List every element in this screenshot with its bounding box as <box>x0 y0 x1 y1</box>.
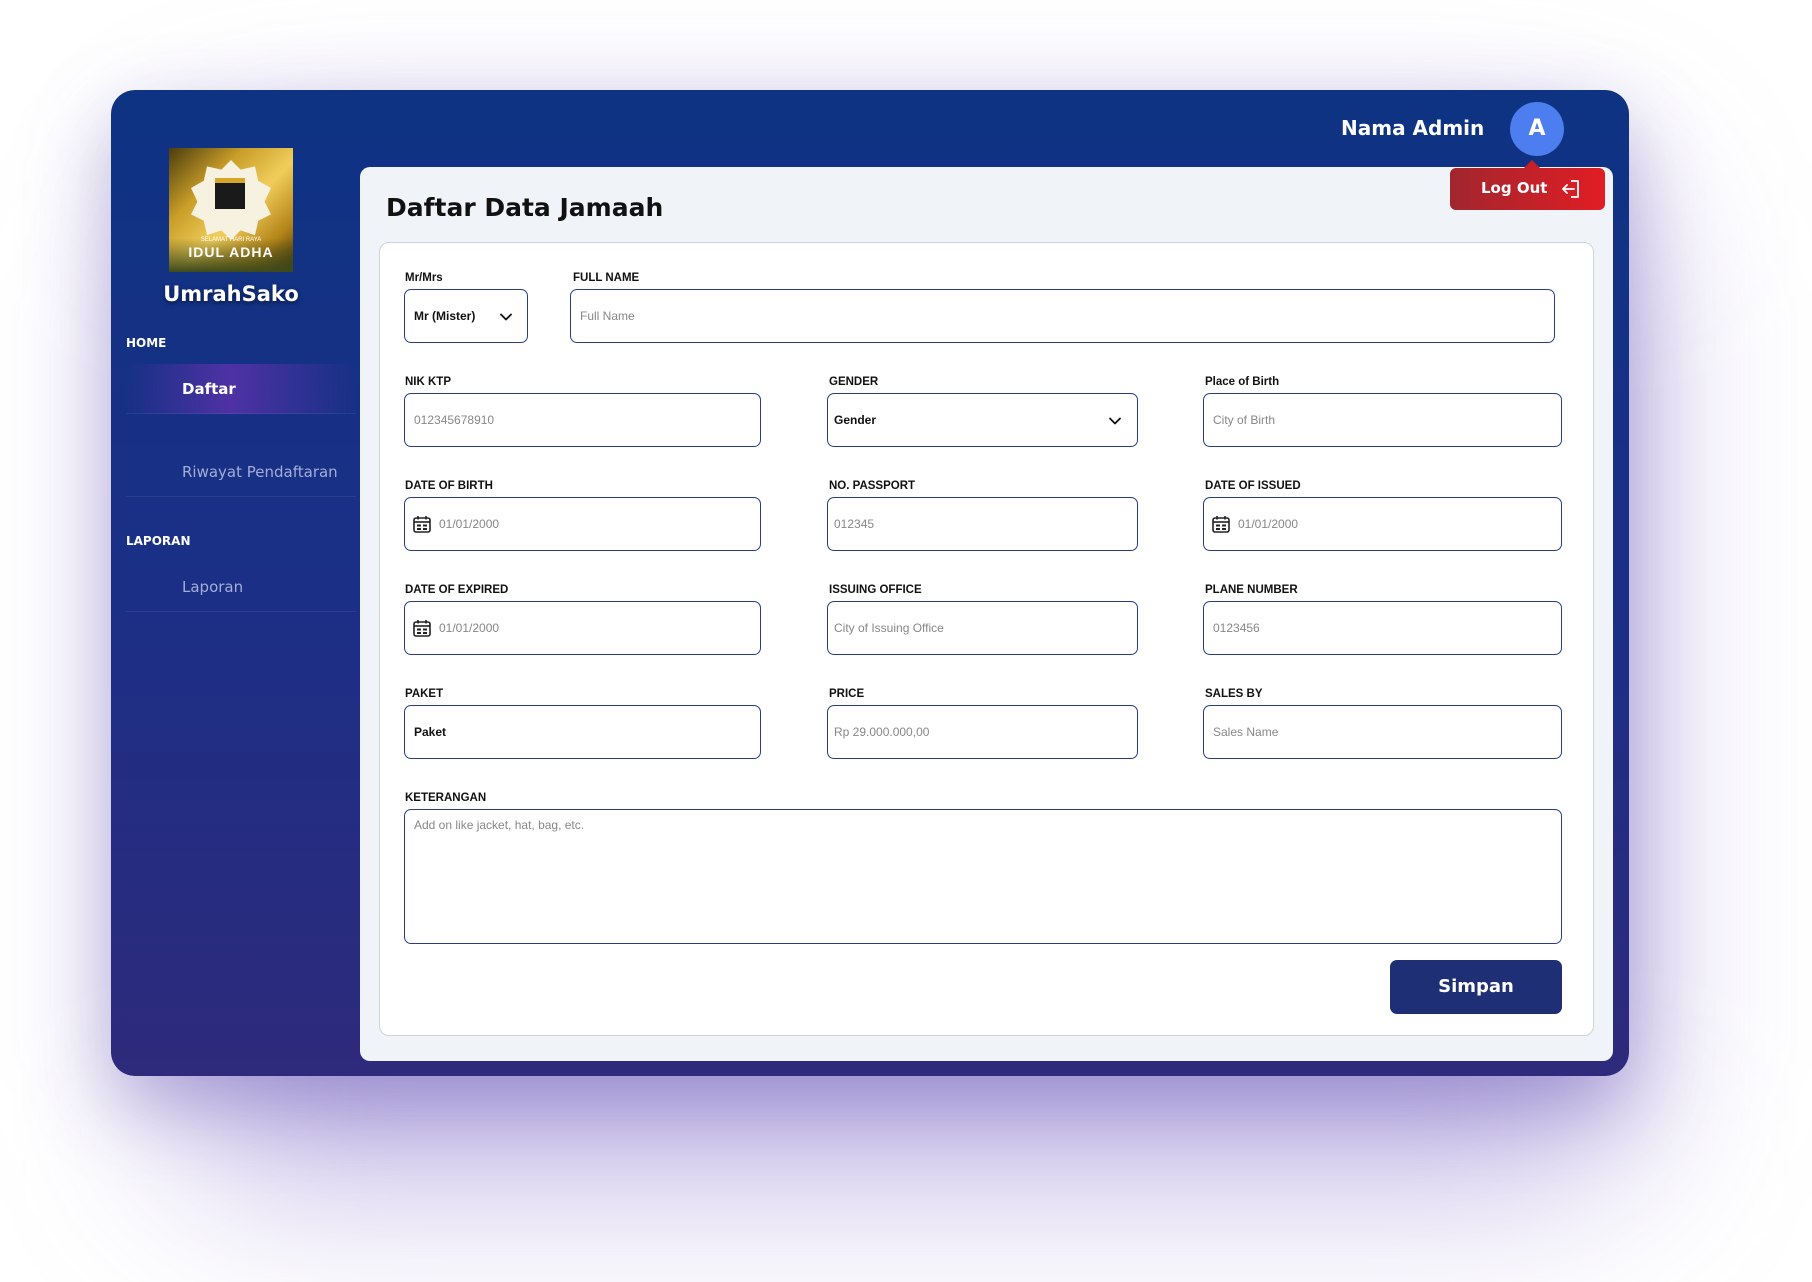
date-expired-input[interactable]: 01/01/2000 <box>404 601 761 655</box>
price-placeholder: Rp 29.000.000,00 <box>834 725 930 739</box>
field-label-place-of-birth: Place of Birth <box>1205 376 1280 388</box>
logout-icon <box>1562 180 1579 198</box>
field-label-title: Mr/Mrs <box>405 272 443 284</box>
app-window: SELAMAT HARI RAYA IDUL ADHA UmrahSako HO… <box>111 90 1629 1076</box>
title-select[interactable]: Mr (Mister) <box>404 289 528 343</box>
field-label-paket: PAKET <box>405 688 444 700</box>
date-expired-placeholder: 01/01/2000 <box>439 621 500 635</box>
logout-label: Log Out <box>1481 179 1548 197</box>
avatar[interactable]: A <box>1510 102 1564 156</box>
chevron-down-icon <box>500 313 512 321</box>
calendar-icon <box>413 516 431 533</box>
passport-placeholder: 012345 <box>834 517 875 531</box>
price-input[interactable]: Rp 29.000.000,00 <box>827 705 1138 759</box>
section-label-home: HOME <box>126 336 167 350</box>
keterangan-placeholder: Add on like jacket, hat, bag, etc. <box>414 818 585 832</box>
field-label-passport: NO. PASSPORT <box>829 480 916 492</box>
brand-name: UmrahSako <box>163 282 299 306</box>
field-label-date-of-birth: DATE OF BIRTH <box>405 480 493 492</box>
place-of-birth-input[interactable]: City of Birth <box>1203 393 1562 447</box>
field-label-issuing-office: ISSUING OFFICE <box>829 584 922 596</box>
gender-select[interactable]: Gender <box>827 393 1138 447</box>
full-name-input[interactable]: Full Name <box>570 289 1555 343</box>
calendar-icon <box>413 620 431 637</box>
field-label-price: PRICE <box>829 688 865 700</box>
passport-input[interactable]: 012345 <box>827 497 1138 551</box>
admin-name: Nama Admin <box>1341 116 1485 140</box>
sales-by-input[interactable]: Sales Name <box>1203 705 1562 759</box>
calendar-icon <box>1212 516 1230 533</box>
field-label-sales-by: SALES BY <box>1205 688 1263 700</box>
sidebar: SELAMAT HARI RAYA IDUL ADHA UmrahSako HO… <box>111 90 359 1076</box>
sidebar-item-laporan[interactable]: Laporan <box>126 562 356 612</box>
sidebar-item-riwayat-pendaftaran[interactable]: Riwayat Pendaftaran <box>126 447 356 497</box>
chevron-down-icon <box>1109 417 1121 425</box>
place-of-birth-placeholder: City of Birth <box>1213 413 1276 427</box>
full-name-placeholder: Full Name <box>580 309 635 323</box>
section-label-laporan: LAPORAN <box>126 534 191 548</box>
save-button[interactable]: Simpan <box>1390 960 1562 1014</box>
field-label-full-name: FULL NAME <box>573 272 640 284</box>
paket-input[interactable]: Paket <box>404 705 761 759</box>
field-label-nik: NIK KTP <box>405 376 451 388</box>
issuing-office-placeholder: City of Issuing Office <box>834 621 944 635</box>
form-card: Mr/Mrs Mr (Mister) FULL NAME Full Name N… <box>379 242 1594 1036</box>
paket-value: Paket <box>414 725 447 739</box>
field-label-date-expired: DATE OF EXPIRED <box>405 584 509 596</box>
date-issued-placeholder: 01/01/2000 <box>1238 517 1299 531</box>
page-title: Daftar Data Jamaah <box>386 193 664 222</box>
field-label-date-issued: DATE OF ISSUED <box>1205 480 1301 492</box>
field-label-plane-number: PLANE NUMBER <box>1205 584 1298 596</box>
date-of-birth-input[interactable]: 01/01/2000 <box>404 497 761 551</box>
field-label-keterangan: KETERANGAN <box>405 792 487 804</box>
logout-caret <box>1524 160 1540 168</box>
sidebar-item-daftar[interactable]: Daftar <box>126 364 356 414</box>
main-content: Daftar Data Jamaah Mr/Mrs Mr (Mister) FU… <box>360 167 1613 1061</box>
title-select-value: Mr (Mister) <box>414 309 476 323</box>
field-label-gender: GENDER <box>829 376 879 388</box>
date-issued-input[interactable]: 01/01/2000 <box>1203 497 1562 551</box>
logout-button[interactable]: Log Out <box>1450 160 1605 210</box>
issuing-office-input[interactable]: City of Issuing Office <box>827 601 1138 655</box>
kaaba-icon <box>215 178 245 209</box>
logo-subline: SELAMAT HARI RAYA <box>200 237 262 243</box>
keterangan-textarea[interactable]: Add on like jacket, hat, bag, etc. <box>404 809 1562 944</box>
brand-logo-image: SELAMAT HARI RAYA IDUL ADHA <box>169 148 293 272</box>
plane-number-placeholder: 0123456 <box>1213 621 1260 635</box>
sales-by-placeholder: Sales Name <box>1213 725 1279 739</box>
logo-headline: IDUL ADHA <box>188 244 274 260</box>
nik-placeholder: 012345678910 <box>414 413 495 427</box>
date-of-birth-placeholder: 01/01/2000 <box>439 517 500 531</box>
plane-number-input[interactable]: 0123456 <box>1203 601 1562 655</box>
nik-input[interactable]: 012345678910 <box>404 393 761 447</box>
gender-select-value: Gender <box>834 413 877 427</box>
